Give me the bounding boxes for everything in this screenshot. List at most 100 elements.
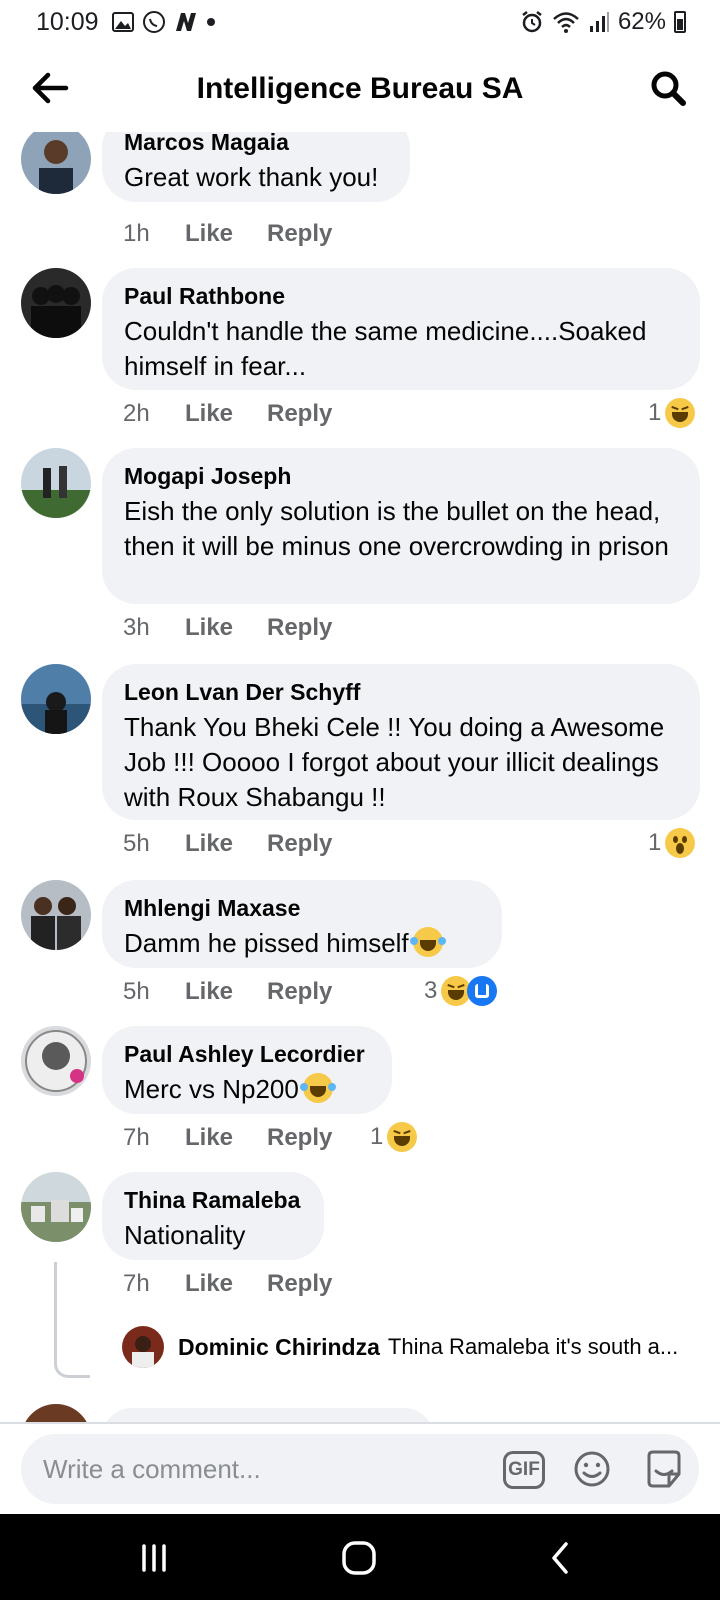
comment-text: Damm he pissed himself: [124, 926, 480, 961]
reaction-count: 1: [370, 1123, 384, 1150]
tears-of-joy-emoji-icon: [299, 1073, 336, 1103]
like-reaction-icon: [467, 976, 498, 1006]
comment-time: 3h: [123, 614, 150, 641]
comment-time: 5h: [123, 978, 150, 1005]
reply-author[interactable]: Dominic Chirindza: [178, 1334, 380, 1361]
reaction-summary[interactable]: 1: [370, 1122, 418, 1152]
comment-text: Nationality: [124, 1220, 246, 1250]
comment-text: Couldn't handle the same medicine....Soa…: [124, 316, 647, 381]
gallery-icon: [112, 12, 134, 32]
comment-author[interactable]: Paul Rathbone: [124, 282, 678, 310]
like-button[interactable]: Like: [185, 400, 267, 428]
haha-reaction-icon: [665, 398, 696, 428]
comment-actions: 3h Like Reply: [123, 614, 332, 642]
comment-actions: 5h Like Reply: [123, 978, 332, 1006]
reaction-count: 1: [648, 829, 662, 856]
reply-button[interactable]: Reply: [267, 400, 332, 428]
avatar[interactable]: [21, 664, 91, 734]
reply-button[interactable]: Reply: [267, 1124, 332, 1152]
comment-bubble[interactable]: Leon Lvan Der Schyff Thank You Bheki Cel…: [102, 664, 700, 820]
comment-bubble[interactable]: Mhlengi Maxase Damm he pissed himself: [102, 880, 502, 968]
composer-divider: [0, 1422, 720, 1424]
signal-icon: [589, 12, 609, 32]
comment-bubble[interactable]: Thina Ramaleba Nationality: [102, 1172, 324, 1260]
comment-text-content: Damm he pissed himself: [124, 928, 409, 958]
avatar[interactable]: [21, 1172, 91, 1242]
reaction-count: 3: [424, 977, 438, 1004]
reaction-count: 1: [648, 399, 662, 426]
reply-button[interactable]: Reply: [267, 614, 332, 642]
search-icon[interactable]: [648, 68, 688, 108]
emoji-icon[interactable]: [573, 1450, 611, 1488]
recent-apps-icon[interactable]: [132, 1536, 176, 1580]
comment-actions: 5h Like Reply: [123, 830, 332, 858]
comment-actions: 7h Like Reply: [123, 1124, 332, 1152]
comment-author[interactable]: Marcos Magaia: [124, 132, 388, 156]
like-button[interactable]: Like: [185, 614, 267, 642]
reply-avatar[interactable]: [122, 1326, 164, 1368]
comment-time: 7h: [123, 1270, 150, 1297]
whatsapp-icon: [143, 11, 165, 33]
back-nav-icon[interactable]: [540, 1536, 584, 1580]
avatar[interactable]: [21, 268, 91, 338]
avatar[interactable]: [21, 880, 91, 950]
dot-icon: [207, 18, 215, 26]
comment-text: Thank You Bheki Cele !! You doing a Awes…: [124, 712, 665, 812]
reply-thread-line: [54, 1262, 90, 1378]
comment-text-content: Merc vs Np200: [124, 1074, 299, 1104]
avatar[interactable]: [21, 1026, 91, 1096]
status-time: 10:09: [36, 8, 99, 36]
reply-button[interactable]: Reply: [267, 978, 332, 1006]
comment-author[interactable]: Thina Ramaleba: [124, 1186, 302, 1214]
reply-preview[interactable]: Dominic Chirindza Thina Ramaleba it's so…: [122, 1326, 678, 1368]
news-app-icon: [176, 13, 196, 31]
comment-author[interactable]: Mhlengi Maxase: [124, 894, 480, 922]
reply-text: Thina Ramaleba it's south a...: [387, 1334, 679, 1359]
page-header: Intelligence Bureau SA: [0, 44, 720, 132]
like-button[interactable]: Like: [185, 1124, 267, 1152]
comment-bubble[interactable]: Marcos Magaia Great work thank you!: [102, 132, 410, 202]
battery-icon: [674, 11, 686, 33]
like-button[interactable]: Like: [185, 978, 267, 1006]
comment-actions: 2h Like Reply: [123, 400, 332, 428]
alarm-icon: [522, 11, 542, 33]
notification-icons: [112, 10, 216, 34]
comment-author[interactable]: Leon Lvan Der Schyff: [124, 678, 678, 706]
like-button[interactable]: Like: [185, 1270, 267, 1298]
comment-time: 1h: [123, 220, 150, 247]
comment-bubble[interactable]: Paul Ashley Lecordier Merc vs Np200: [102, 1026, 392, 1114]
reaction-summary[interactable]: 1: [648, 398, 696, 428]
like-button[interactable]: Like: [185, 220, 267, 248]
comment-bubble[interactable]: Paul Rathbone Couldn't handle the same m…: [102, 268, 700, 390]
gif-button[interactable]: GIF: [503, 1451, 545, 1489]
avatar[interactable]: [21, 1404, 91, 1422]
wifi-icon: [553, 12, 579, 33]
comment-text: Eish the only solution is the bullet on …: [124, 496, 669, 561]
wow-reaction-icon: [665, 828, 696, 858]
comment-author[interactable]: Mogapi Joseph: [124, 462, 678, 490]
rolling-laughing-emoji-icon: [409, 927, 446, 957]
system-icons: 62%: [520, 8, 686, 36]
comment-actions: 1h Like Reply: [123, 220, 332, 248]
comment-time: 2h: [123, 400, 150, 427]
comment-author[interactable]: Paul Ashley Lecordier: [124, 1040, 370, 1068]
comment-text: Great work thank you!: [124, 162, 379, 192]
reply-button[interactable]: Reply: [267, 220, 332, 248]
comment-list[interactable]: Marcos Magaia Great work thank you! 1h L…: [0, 132, 720, 1422]
reply-button[interactable]: Reply: [267, 1270, 332, 1298]
comment-input[interactable]: [43, 1434, 463, 1504]
reply-button[interactable]: Reply: [267, 830, 332, 858]
home-icon[interactable]: [338, 1536, 382, 1580]
comment-time: 5h: [123, 830, 150, 857]
avatar[interactable]: [21, 448, 91, 518]
like-button[interactable]: Like: [185, 830, 267, 858]
comment-time: 7h: [123, 1124, 150, 1151]
comment-bubble[interactable]: Mogapi Joseph Eish the only solution is …: [102, 448, 700, 604]
page-title: Intelligence Bureau SA: [196, 72, 524, 105]
reaction-summary[interactable]: 3: [424, 976, 498, 1006]
comment-bubble[interactable]: [102, 1408, 434, 1422]
comment-composer: GIF: [21, 1434, 699, 1504]
avatar[interactable]: [21, 132, 91, 194]
reaction-summary[interactable]: 1: [648, 828, 696, 858]
sticker-icon[interactable]: [643, 1448, 685, 1490]
